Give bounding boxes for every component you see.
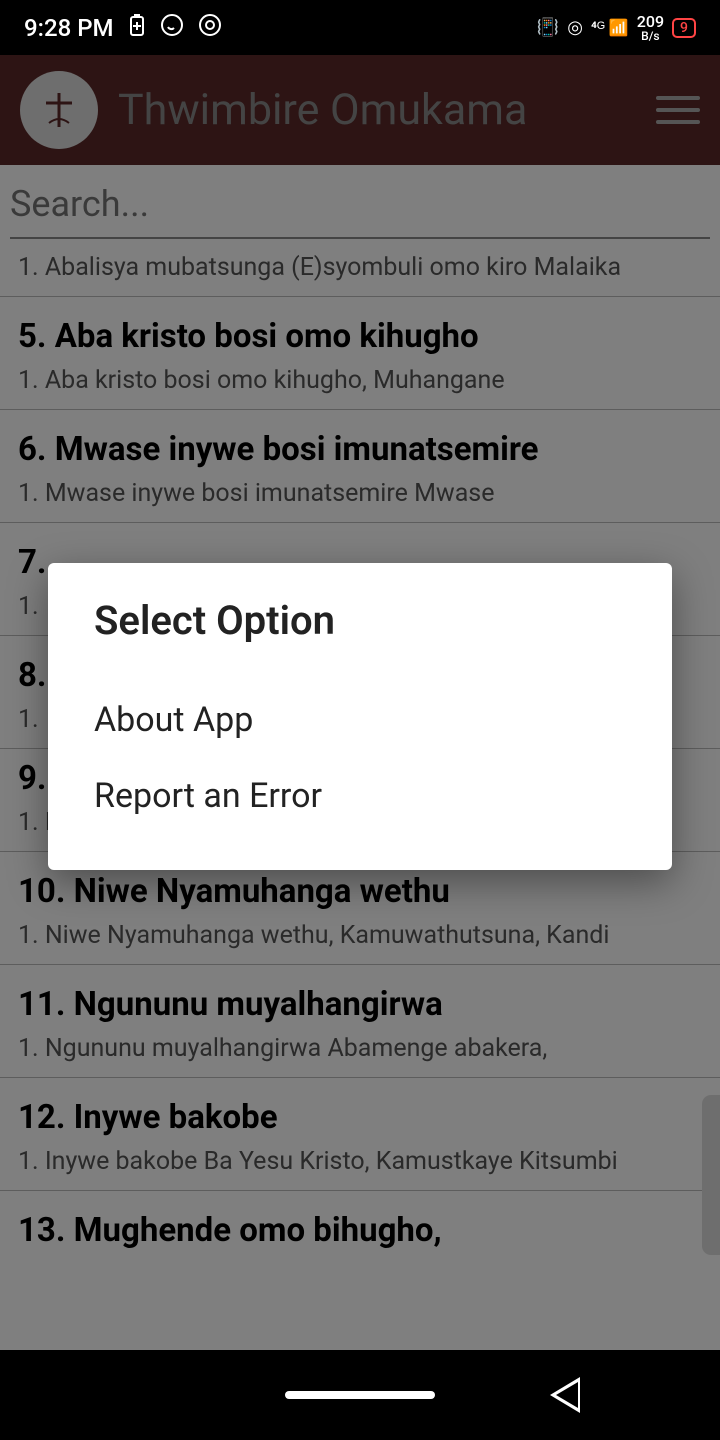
status-left: 9:28 PM xyxy=(24,13,222,43)
dialog-title: Select Option xyxy=(94,597,626,644)
menu-button[interactable] xyxy=(656,92,700,128)
song-snippet[interactable]: 1. Abalisya mubatsunga (E)syombuli omo k… xyxy=(0,247,720,297)
status-right: 📳 ◎ ⁴ᴳ 📶 209 B/s 9 xyxy=(537,14,696,42)
signal-icon: ⁴ᴳ 📶 xyxy=(591,18,629,38)
song-item[interactable]: 6. Mwase inywe bosi imunatsemire 1. Mwas… xyxy=(0,410,720,523)
option-report-error[interactable]: Report an Error xyxy=(94,758,626,834)
status-time: 9:28 PM xyxy=(24,14,114,42)
search-input[interactable] xyxy=(10,179,710,239)
song-subtitle: 1. Mwase inywe bosi imunatsemire Mwase xyxy=(18,479,702,508)
song-subtitle: 1. Niwe Nyamuhanga wethu, Kamuwathutsuna… xyxy=(18,921,702,950)
status-bar: 9:28 PM 📳 ◎ ⁴ᴳ 📶 209 B/s 9 xyxy=(0,0,720,55)
battery-saver-icon xyxy=(128,13,146,43)
app-title: Thwimbire Omukama xyxy=(118,85,636,135)
song-title: 5. Aba kristo bosi omo kihugho xyxy=(18,317,702,356)
option-about-app[interactable]: About App xyxy=(94,682,626,758)
song-subtitle: 1. Ngununu muyalhangirwa Abamenge abaker… xyxy=(18,1034,702,1063)
whatsapp-icon xyxy=(160,13,184,43)
song-subtitle: 1. Inywe bakobe Ba Yesu Kristo, Kamustka… xyxy=(18,1147,702,1176)
battery-icon: 9 xyxy=(672,18,696,38)
scroll-indicator[interactable] xyxy=(702,1095,720,1255)
hotspot-icon: ◎ xyxy=(567,17,583,38)
app-header: Thwimbire Omukama xyxy=(0,55,720,165)
back-button[interactable] xyxy=(550,1377,580,1413)
song-title: 6. Mwase inywe bosi imunatsemire xyxy=(18,430,702,469)
song-item[interactable]: 5. Aba kristo bosi omo kihugho 1. Aba kr… xyxy=(0,297,720,410)
song-item[interactable]: 12. Inywe bakobe 1. Inywe bakobe Ba Yesu… xyxy=(0,1078,720,1191)
nav-bar xyxy=(0,1350,720,1440)
sync-icon xyxy=(198,13,222,43)
options-dialog: Select Option About App Report an Error xyxy=(48,563,672,870)
song-title: 10. Niwe Nyamuhanga wethu xyxy=(18,872,702,911)
search-area xyxy=(0,165,720,247)
network-speed: 209 B/s xyxy=(637,14,664,42)
song-item[interactable]: 11. Ngununu muyalhangirwa 1. Ngununu muy… xyxy=(0,965,720,1078)
song-item[interactable]: 13. Mughende omo bihugho, xyxy=(0,1191,720,1274)
song-title: 11. Ngununu muyalhangirwa xyxy=(18,985,702,1024)
song-title: 13. Mughende omo bihugho, xyxy=(18,1211,702,1250)
app-logo[interactable] xyxy=(20,71,98,149)
song-title: 12. Inywe bakobe xyxy=(18,1098,702,1137)
home-indicator[interactable] xyxy=(285,1391,435,1399)
song-subtitle: 1. Aba kristo bosi omo kihugho, Muhangan… xyxy=(18,366,702,395)
vibrate-icon: 📳 xyxy=(537,17,559,38)
